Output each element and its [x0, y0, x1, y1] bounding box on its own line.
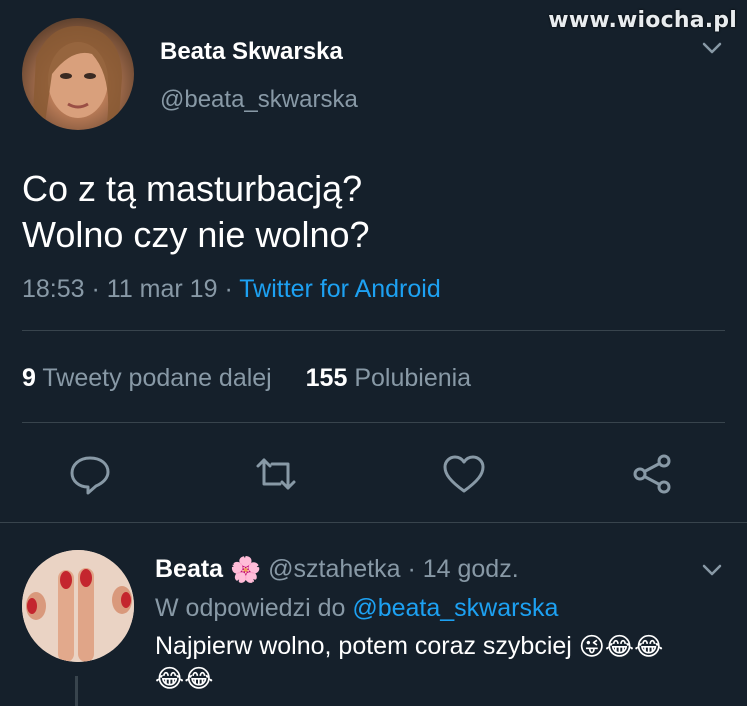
tweet-stats: 9 Tweety podane dalej 155 Polubienia — [22, 364, 471, 393]
tears-of-joy-emoji: 😂 — [634, 633, 664, 662]
likes-stat[interactable]: 155 Polubienia — [306, 364, 471, 392]
reply-text-content: Najpierw wolno, potem coraz szybciej — [155, 632, 572, 660]
tweet-meta: 18:53 · 11 mar 19 · Twitter for Android — [22, 275, 441, 304]
flower-emoji: 🌸 — [230, 555, 262, 584]
reply-author-name[interactable]: Beata — [155, 555, 223, 583]
tweet-text: Co z tą masturbacją? Wolno czy nie wolno… — [22, 166, 370, 258]
replying-to-label: W odpowiedzi do — [155, 594, 353, 622]
chevron-down-icon[interactable] — [702, 42, 722, 54]
divider — [22, 422, 725, 423]
meta-separator: · — [217, 275, 240, 303]
reply-header: Beata 🌸 @sztahetka · 14 godz. — [155, 555, 519, 585]
tears-of-joy-emoji: 😂 — [155, 665, 185, 694]
tweet-source-link[interactable]: Twitter for Android — [239, 275, 440, 303]
reply-text: Najpierw wolno, potem coraz szybciej 😜😂😂 — [155, 632, 663, 662]
tweet-time: 18:53 — [22, 275, 85, 303]
thread-line — [75, 676, 78, 706]
tweet-text-line: Wolno czy nie wolno? — [22, 214, 370, 255]
divider — [22, 330, 725, 331]
heart-icon[interactable] — [440, 450, 488, 498]
retweet-icon[interactable] — [252, 450, 300, 498]
tweet-date: 11 mar 19 — [106, 275, 218, 303]
reply-time: 14 godz. — [422, 555, 519, 583]
tears-of-joy-emoji: 😂 — [184, 665, 214, 694]
replying-to-handle[interactable]: @beata_skwarska — [352, 594, 558, 622]
likes-count: 155 — [305, 364, 348, 392]
reply-icon[interactable] — [66, 450, 114, 498]
replying-to: W odpowiedzi do @beata_skwarska — [155, 594, 558, 623]
retweets-label: Tweety podane dalej — [42, 364, 272, 392]
reply-author-avatar[interactable] — [22, 550, 134, 662]
tongue-wink-emoji: 😜 — [578, 633, 605, 662]
avatar-face-image — [32, 26, 122, 130]
author-handle[interactable]: @beata_skwarska — [160, 86, 358, 114]
retweets-count: 9 — [22, 364, 36, 392]
reply-author-handle[interactable]: @sztahetka — [268, 555, 400, 583]
meta-separator: · — [400, 555, 423, 583]
avatar-hand-image — [22, 550, 134, 662]
share-icon[interactable] — [628, 450, 676, 498]
likes-label: Polubienia — [354, 364, 472, 392]
author-name[interactable]: Beata Skwarska — [160, 38, 343, 66]
chevron-down-icon[interactable] — [702, 564, 722, 576]
meta-separator: · — [84, 275, 107, 303]
watermark: www.wiocha.pl — [548, 8, 737, 33]
author-avatar[interactable] — [22, 18, 134, 130]
tweet-text-line: Co z tą masturbacją? — [22, 168, 363, 209]
divider — [0, 522, 747, 523]
reply-emoji-line: 😂😂 — [155, 664, 213, 694]
tears-of-joy-emoji: 😂 — [604, 633, 635, 662]
retweets-stat[interactable]: 9 Tweety podane dalej — [22, 364, 272, 392]
